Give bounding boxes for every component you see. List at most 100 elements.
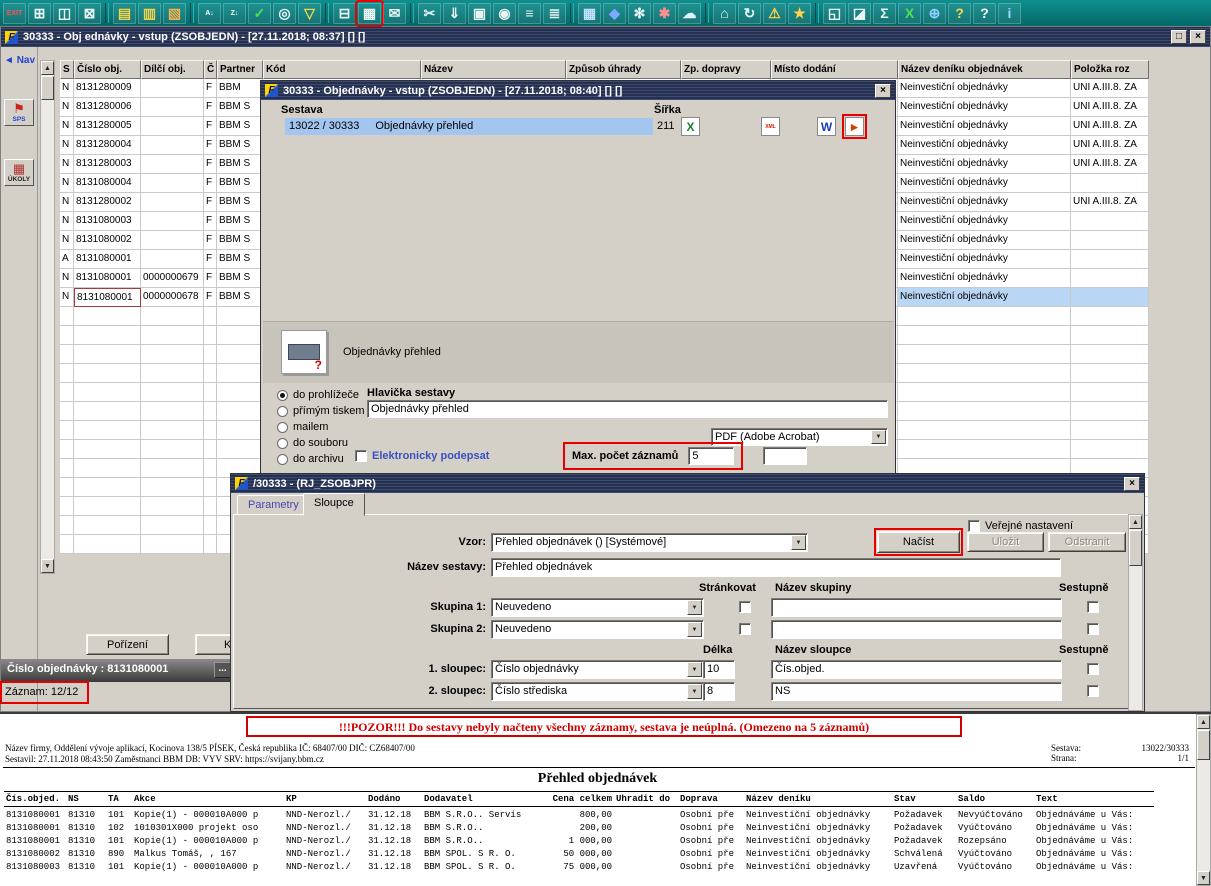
radio-option-4[interactable]: do archivu: [277, 451, 365, 467]
grid-cell[interactable]: [1071, 402, 1149, 421]
vzor-select[interactable]: Přehled objednávek () [Systémové]: [491, 533, 808, 552]
grid-cell[interactable]: [60, 307, 74, 326]
word-export-icon[interactable]: W: [817, 117, 836, 136]
grid-cell[interactable]: [204, 383, 217, 402]
grid-cell[interactable]: N: [60, 193, 74, 212]
grid-cell[interactable]: UNI A.III.8. ZA: [1071, 98, 1149, 117]
grid-cell[interactable]: Neinvestiční objednávky: [898, 155, 1071, 174]
grid-cell[interactable]: [141, 155, 204, 174]
grid-cell[interactable]: BBM S: [217, 250, 263, 269]
radio-option-3[interactable]: do souboru: [277, 435, 365, 451]
grid-cell[interactable]: [141, 250, 204, 269]
grid-cell[interactable]: [204, 516, 217, 535]
grid-cell[interactable]: 0000000679: [141, 269, 204, 288]
grid-cell[interactable]: [204, 535, 217, 554]
grid-cell[interactable]: N: [60, 212, 74, 231]
sloupec2-select[interactable]: Číslo střediska: [491, 682, 704, 701]
grid-cell[interactable]: [60, 459, 74, 478]
grid-cell[interactable]: N: [60, 231, 74, 250]
chevron-down-icon[interactable]: [871, 430, 886, 444]
grid-cell[interactable]: F: [204, 193, 217, 212]
chevron-down-icon[interactable]: [791, 535, 806, 550]
grid-cell[interactable]: 8131080001: [74, 250, 141, 269]
grid-header-doprava[interactable]: Zp. dopravy: [681, 60, 771, 79]
skupina1-nazev-input[interactable]: [771, 598, 1062, 617]
radio-option-1[interactable]: přímým tiskem: [277, 403, 365, 419]
report-scrollbar[interactable]: [1196, 714, 1211, 886]
grid-cell[interactable]: [141, 98, 204, 117]
grid-cell[interactable]: [1071, 212, 1149, 231]
grid-cell[interactable]: 8131080002: [74, 231, 141, 250]
grid-cell[interactable]: [204, 497, 217, 516]
save-icon[interactable]: ◆: [603, 2, 626, 24]
grid-cell[interactable]: [141, 535, 204, 554]
chevron-down-icon[interactable]: [687, 662, 702, 677]
grid-header-nazev[interactable]: Název: [421, 60, 566, 79]
grid-cell[interactable]: A: [60, 250, 74, 269]
grid-cell[interactable]: BBM: [217, 79, 263, 98]
grid-cell[interactable]: [74, 535, 141, 554]
skupina1-strankovat-checkbox[interactable]: [739, 601, 751, 613]
grid-cell[interactable]: [74, 440, 141, 459]
grid-cell[interactable]: N: [60, 288, 74, 307]
grid-cell[interactable]: [141, 136, 204, 155]
radio-icon[interactable]: [277, 389, 288, 401]
grid-cell[interactable]: N: [60, 117, 74, 136]
grid-cell[interactable]: 8131080003: [74, 212, 141, 231]
grid-header-partner[interactable]: Partner: [217, 60, 263, 79]
xml-export-icon[interactable]: XML: [761, 117, 780, 136]
grid-cell[interactable]: 8131080001: [74, 269, 141, 288]
grid-cell[interactable]: Neinvestiční objednávky: [898, 250, 1071, 269]
grid-cell[interactable]: [217, 345, 263, 364]
grid-cell[interactable]: [60, 516, 74, 535]
sloupec1-delka-input[interactable]: 10: [703, 660, 735, 679]
grid-cell[interactable]: [898, 383, 1071, 402]
grid-cell[interactable]: [74, 497, 141, 516]
grid-cell[interactable]: [141, 516, 204, 535]
grid-cell[interactable]: [74, 383, 141, 402]
calendar-icon[interactable]: ▦: [578, 2, 601, 24]
radio-icon[interactable]: [277, 453, 288, 465]
grid-cell[interactable]: Neinvestiční objednávky: [898, 136, 1071, 155]
delete-record-icon[interactable]: ⊠: [78, 2, 101, 24]
grid-cell[interactable]: [60, 440, 74, 459]
grid-cell[interactable]: N: [60, 136, 74, 155]
sigma-icon[interactable]: Σ: [873, 2, 896, 24]
grid-cell[interactable]: 8131280006: [74, 98, 141, 117]
grid-cell[interactable]: BBM S: [217, 212, 263, 231]
grid-cell[interactable]: [60, 497, 74, 516]
grid-cell[interactable]: [74, 345, 141, 364]
grid-cell[interactable]: F: [204, 250, 217, 269]
grid-cell[interactable]: [898, 421, 1071, 440]
grid-cell[interactable]: UNI A.III.8. ZA: [1071, 136, 1149, 155]
viewer-export-icon[interactable]: ►: [842, 114, 867, 139]
copy-record-icon[interactable]: ◫: [53, 2, 76, 24]
grid-cell[interactable]: 8131280005: [74, 117, 141, 136]
grid-cell[interactable]: [204, 364, 217, 383]
grid-cell[interactable]: UNI A.III.8. ZA: [1071, 117, 1149, 136]
grid-cell[interactable]: [1071, 269, 1149, 288]
scroll-down-icon[interactable]: [41, 559, 54, 573]
grid-cell[interactable]: Neinvestiční objednávky: [898, 174, 1071, 193]
refresh-icon[interactable]: ↻: [738, 2, 761, 24]
extra-input[interactable]: [763, 447, 807, 465]
skupina2-select[interactable]: Neuvedeno: [491, 620, 704, 639]
grid-cell[interactable]: [141, 212, 204, 231]
scrollbar-thumb[interactable]: [1197, 730, 1210, 760]
grid-cell[interactable]: [141, 383, 204, 402]
grid-cell[interactable]: [1071, 326, 1149, 345]
grid-cell[interactable]: UNI A.III.8. ZA: [1071, 193, 1149, 212]
copy-pages-icon[interactable]: ▣: [468, 2, 491, 24]
tab-parametry[interactable]: Parametry: [237, 495, 310, 515]
sort-desc-icon[interactable]: Z↓: [223, 2, 246, 24]
open-folder-icon[interactable]: ▤: [113, 2, 136, 24]
sloupec2-nazev-input[interactable]: NS: [771, 682, 1062, 701]
settings-icon[interactable]: ✻: [628, 2, 651, 24]
grid-cell[interactable]: [1071, 231, 1149, 250]
grid-cell[interactable]: [141, 459, 204, 478]
home-icon[interactable]: ⌂: [713, 2, 736, 24]
grid-cell[interactable]: BBM S: [217, 174, 263, 193]
grid-cell[interactable]: [204, 478, 217, 497]
grid-cell[interactable]: Neinvestiční objednávky: [898, 193, 1071, 212]
sign-checkbox[interactable]: [355, 450, 367, 462]
